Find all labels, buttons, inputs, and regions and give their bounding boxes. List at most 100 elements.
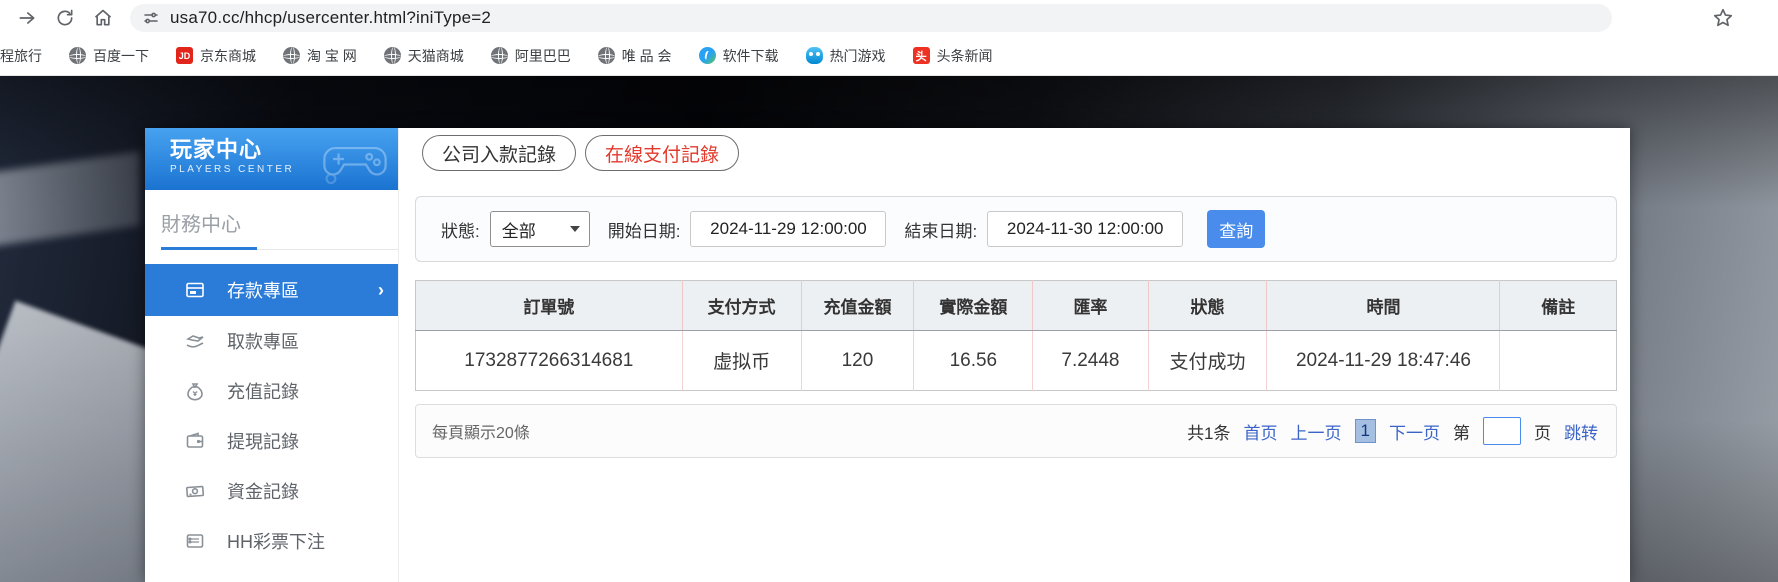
page-size-text: 每頁顯示20條: [432, 425, 530, 442]
current-page-badge: 1: [1354, 419, 1376, 443]
software-icon: [698, 47, 716, 64]
total-count: 共1条: [1187, 423, 1231, 443]
sidebar-item-label: 取款專區: [227, 332, 299, 352]
game-mascot-icon: [805, 47, 823, 64]
bookmark-toutiao[interactable]: 头 头条新闻: [912, 46, 993, 66]
sidebar-section: 財務中心: [145, 190, 398, 250]
pagination-bar: 每頁顯示20條 共1条 首页 上一页 1 下一页 第 页 跳转: [415, 404, 1617, 458]
col-status: 狀態: [1147, 280, 1267, 331]
cell-recharge-amount: 120: [800, 330, 914, 391]
address-bar[interactable]: usa70.cc/hhcp/usercenter.html?iniType=2: [130, 4, 1612, 32]
table-row: 1732877266314681 虚拟币 120 16.56 7.2448 支付…: [415, 330, 1617, 391]
next-page-link[interactable]: 下一页: [1389, 419, 1440, 444]
status-select[interactable]: 全部: [489, 211, 590, 247]
tab-online-payment-records[interactable]: 在線支付記錄: [585, 135, 740, 171]
bookmark-tmall[interactable]: 天猫商城: [383, 46, 464, 66]
wallet-icon: [186, 432, 204, 448]
start-date-label: 開始日期:: [607, 221, 681, 241]
bookmark-software[interactable]: 软件下载: [698, 46, 779, 66]
col-time: 時間: [1266, 280, 1500, 331]
col-order-number: 訂單號: [415, 280, 683, 331]
sidebar-menu: 存款專區 › 取款專區 充值記錄 提現記錄 資金記錄 HH彩票下注: [145, 264, 398, 582]
globe-icon: [383, 47, 401, 64]
player-center-panel: 玩家中心 PLAYERS CENTER 財務中心 存款專區 › 取款專區 充值記…: [145, 128, 1630, 582]
bookmarks-bar: 程旅行 百度一下 JD 京东商城 淘 宝 网 天猫商城 阿里巴巴 唯 品 会 软…: [0, 36, 1778, 76]
sidebar-item-hh-lottery-bets[interactable]: HH彩票下注: [145, 516, 398, 566]
sidebar-item-label: 提現記錄: [227, 432, 299, 452]
bookmark-games[interactable]: 热门游戏: [805, 46, 886, 66]
sidebar-item-deposit[interactable]: 存款專區 ›: [145, 264, 398, 316]
gamepad-icon: [323, 146, 387, 185]
home-icon[interactable]: [92, 7, 114, 29]
start-date-input[interactable]: [690, 211, 887, 247]
table-header-row: 訂單號 支付方式 充值金額 實際金額 匯率 狀態 時間 備註: [415, 280, 1617, 331]
browser-toolbar: usa70.cc/hhcp/usercenter.html?iniType=2: [0, 0, 1778, 36]
bookmark-jd[interactable]: JD 京东商城: [176, 46, 256, 66]
bookmark-baidu[interactable]: 百度一下: [69, 46, 149, 66]
bookmark-alibaba[interactable]: 阿里巴巴: [490, 46, 571, 66]
status-select-value: 全部: [501, 221, 536, 241]
reload-icon[interactable]: [54, 7, 76, 29]
record-tabs: 公司入款記錄 在線支付記錄: [415, 135, 1617, 171]
globe-icon: [283, 47, 300, 64]
chevron-down-icon: [569, 226, 580, 232]
jump-prefix: 第: [1453, 423, 1470, 443]
sidebar-header: 玩家中心 PLAYERS CENTER: [145, 128, 398, 190]
sidebar-item-label: 資金記錄: [227, 482, 299, 502]
sidebar-item-label: 充值記錄: [227, 382, 299, 402]
prev-page-link[interactable]: 上一页: [1291, 419, 1342, 444]
payment-records-table: 訂單號 支付方式 充值金額 實際金額 匯率 狀態 時間 備註 173287726…: [415, 280, 1617, 391]
bookmark-ctrip[interactable]: 程旅行: [0, 46, 42, 66]
end-date-label: 結束日期:: [904, 221, 978, 241]
col-remark: 備註: [1499, 280, 1617, 331]
sidebar-item-funds-records[interactable]: 資金記錄: [145, 466, 398, 516]
cell-order-number: 1732877266314681: [415, 330, 683, 391]
sidebar-item-withdraw[interactable]: 取款專區: [145, 316, 398, 366]
first-page-link[interactable]: 首页: [1244, 419, 1278, 444]
bookmark-taobao[interactable]: 淘 宝 网: [283, 46, 357, 66]
cell-actual-amount: 16.56: [913, 330, 1033, 391]
end-date-input[interactable]: [987, 211, 1184, 247]
col-actual-amount: 實際金額: [913, 280, 1033, 331]
background-light-streak: [0, 151, 140, 247]
toutiao-icon: 头: [912, 47, 930, 64]
site-info-icon[interactable]: [142, 9, 160, 27]
list-ticket-icon: [186, 534, 204, 548]
sidebar-section-title: 財務中心: [161, 214, 241, 236]
sidebar-item-mobao-bet-records[interactable]: 魔宝投註記錄: [145, 566, 398, 582]
chevron-right-icon: ›: [378, 279, 384, 300]
jump-suffix: 页: [1534, 423, 1551, 443]
jd-icon: JD: [176, 47, 193, 64]
sidebar-item-label: 存款專區: [227, 281, 299, 301]
sidebar: 玩家中心 PLAYERS CENTER 財務中心 存款專區 › 取款專區 充值記…: [145, 128, 399, 582]
jump-button[interactable]: 跳转: [1564, 419, 1598, 444]
status-label: 狀態:: [441, 221, 480, 241]
jump-page-input[interactable]: [1483, 417, 1521, 445]
col-exchange-rate: 匯率: [1032, 280, 1149, 331]
deposit-card-icon: [186, 282, 204, 298]
tab-company-deposit-records[interactable]: 公司入款記錄: [422, 135, 577, 171]
cell-payment-method: 虚拟币: [681, 330, 802, 391]
sidebar-item-recharge-records[interactable]: 充值記錄: [145, 366, 398, 416]
col-recharge-amount: 充值金額: [800, 280, 914, 331]
filter-bar: 狀態: 全部 開始日期: 結束日期: 查詢: [415, 196, 1617, 262]
cell-time: 2024-11-29 18:47:46: [1266, 330, 1500, 391]
sidebar-item-label: HH彩票下注: [227, 532, 325, 552]
cell-status: 支付成功: [1147, 330, 1267, 391]
forward-icon[interactable]: [16, 7, 38, 29]
money-bag-icon: [187, 383, 203, 401]
banknote-icon: [186, 485, 205, 498]
bookmark-vip[interactable]: 唯 品 会: [597, 46, 672, 66]
main-content: 公司入款記錄 在線支付記錄 狀態: 全部 開始日期: 結束日期: 查詢: [399, 128, 1617, 582]
sidebar-item-withdrawal-records[interactable]: 提現記錄: [145, 416, 398, 466]
globe-icon: [490, 47, 508, 64]
globe-icon: [597, 47, 615, 64]
search-button[interactable]: 查詢: [1207, 210, 1266, 248]
sidebar-item-label: 魔宝投註記錄: [227, 578, 335, 582]
bookmark-star-icon[interactable]: [1712, 7, 1734, 29]
col-payment-method: 支付方式: [681, 280, 802, 331]
page-background: 玩家中心 PLAYERS CENTER 財務中心 存款專區 › 取款專區 充值記…: [0, 76, 1778, 582]
url-text[interactable]: usa70.cc/hhcp/usercenter.html?iniType=2: [170, 8, 491, 28]
cell-exchange-rate: 7.2448: [1032, 330, 1149, 391]
cell-remark: [1499, 330, 1617, 391]
